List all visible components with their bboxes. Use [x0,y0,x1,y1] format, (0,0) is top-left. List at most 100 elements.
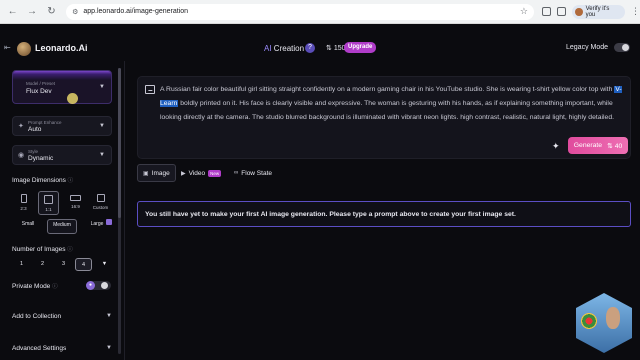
size-medium-button[interactable]: Medium [47,219,77,234]
webcam-overlay [576,293,632,353]
ratio-1-1-button[interactable]: 1:1 [38,191,59,215]
style-icon: ◉ [18,152,25,159]
toggle-knob [101,282,108,289]
mouse-cursor [67,93,78,104]
back-icon[interactable]: ← [6,5,19,19]
image-count-3[interactable]: 3 [55,258,72,271]
advanced-settings-row[interactable]: Advanced Settings ▼ [12,345,112,352]
ratio-2-3-button[interactable]: 2:3 [13,191,34,215]
ratio-label: Custom [92,205,109,210]
profile-label: Verify it's you [585,5,610,18]
ratio-label: 1:1 [45,207,52,212]
site-info-icon[interactable]: ⚙ [72,8,78,16]
tab-label: Flow State [241,169,272,177]
generate-button[interactable]: Generate ⇅ 40 [568,137,628,154]
new-badge: New [208,169,222,177]
private-mode-label: Private Mode [12,283,51,290]
ratio-shape [70,195,81,201]
prompt-enhance-select[interactable]: ✦ Prompt Enhance Auto ▼ [12,116,112,136]
number-of-images-title: Number of Images ⓘ [12,245,73,253]
tab-video[interactable]: ▶ Video New [176,164,226,182]
model-preset-select[interactable]: Model / Preset Flux Dev ▼ [12,70,112,104]
legacy-mode-toggle[interactable] [614,43,630,52]
generate-label: Generate [573,142,603,149]
app-header: ⇤ Leonardo.Ai AI Creation ? ⇅ 150 Upgrad… [0,37,640,61]
forward-icon[interactable]: → [25,5,38,19]
style-select[interactable]: ◉ Style Dynamic ▼ [12,145,112,165]
image-count-4[interactable]: 4 [75,258,92,271]
upgrade-button[interactable]: Upgrade [344,42,377,53]
chevron-down-icon: ▼ [106,313,112,319]
ratio-label: 16:9 [71,204,80,209]
size-label: Small [21,221,35,227]
ratio-shape [20,194,27,203]
presenter-face [606,307,620,329]
prompt-enhance-value: Auto [28,126,42,133]
magic-wand-icon[interactable]: ✦ [552,141,560,152]
info-icon[interactable]: ⓘ [67,247,73,253]
style-value: Dynamic [28,155,54,162]
info-icon[interactable]: ⓘ [68,178,74,184]
url-text: app.leonardo.ai/image-generation [83,8,189,15]
video-icon: ▶ [181,170,186,177]
generate-cost: ⇅ 40 [607,142,623,150]
image-count-2[interactable]: 2 [34,258,51,271]
prompt-text-start: A Russian fair color beautiful girl sitt… [160,86,615,93]
ratio-shape [44,195,53,204]
extensions-icon[interactable] [541,7,551,16]
image-icon: ▣ [143,170,149,177]
tab-flow-state[interactable]: ∞ Flow State [229,164,277,182]
profile-button[interactable]: Verify it's you [571,4,626,19]
ratio-shape [96,194,105,202]
ratio-custom-button[interactable]: Custom [90,191,111,215]
channel-badge [581,313,597,329]
leonardo-logo[interactable] [17,42,31,56]
premium-icon [106,219,112,225]
flow-icon: ∞ [234,170,239,176]
chevron-down-icon: ▼ [99,123,105,129]
add-to-collection-row[interactable]: Add to Collection ▼ [12,313,112,320]
chevron-down-icon: ▼ [99,152,105,158]
chevron-down-icon: ▼ [106,345,112,351]
token-count: ⇅ 150 [326,45,346,52]
legacy-mode-label: Legacy Mode [566,44,609,51]
sidebar-icon[interactable] [556,7,566,16]
address-bar[interactable]: ⚙ app.leonardo.ai/image-generation ☆ [66,3,534,20]
tab-label: Image [151,169,170,177]
chevron-down-icon[interactable]: ▼ [96,258,113,271]
number-of-images-label: Number of Images [12,246,66,253]
page-title: AI Creation [264,44,304,53]
prompt-enhance-label: Prompt Enhance [28,120,62,125]
advanced-settings-label: Advanced Settings [12,345,67,352]
image-upload-icon[interactable] [145,85,155,94]
add-to-collection-label: Add to Collection [12,313,62,320]
star-icon[interactable]: ☆ [520,6,528,17]
menu-icon[interactable]: ⋮ [631,6,640,17]
ratio-16-9-button[interactable]: 16:9 [65,191,86,215]
private-mode-toggle[interactable]: ● [86,281,111,290]
sidebar-scroll-thumb[interactable] [118,68,121,218]
prompt-panel: A Russian fair color beautiful girl sitt… [137,76,631,159]
info-icon[interactable]: ⓘ [52,284,58,290]
tab-image[interactable]: ▣ Image [137,164,176,182]
size-small-button[interactable]: Small [13,219,43,234]
avatar [574,7,583,16]
size-label: Medium [53,222,71,228]
model-preset-value: Flux Dev [26,88,52,95]
reload-icon[interactable]: ↻ [45,5,58,19]
style-label: Style [28,149,39,154]
prompt-text-end: boldly printed on it. His face is clearl… [160,100,615,121]
help-icon[interactable]: ? [305,43,315,53]
private-mode-title: Private Mode ⓘ [12,282,58,290]
chevron-down-icon: ▼ [99,84,105,90]
lock-icon: ● [86,281,95,290]
brand-name: Leonardo.Ai [35,43,88,53]
enhance-icon: ✦ [18,123,24,130]
tab-label: Video [188,169,206,177]
generate-cost-value: 40 [614,142,623,150]
model-preset-label: Model / Preset [26,81,56,86]
prompt-input[interactable]: A Russian fair color beautiful girl sitt… [160,83,622,125]
image-count-1[interactable]: 1 [13,258,30,271]
image-dimensions-label: Image Dimensions [12,177,66,184]
collapse-sidebar-icon[interactable]: ⇤ [4,43,11,52]
